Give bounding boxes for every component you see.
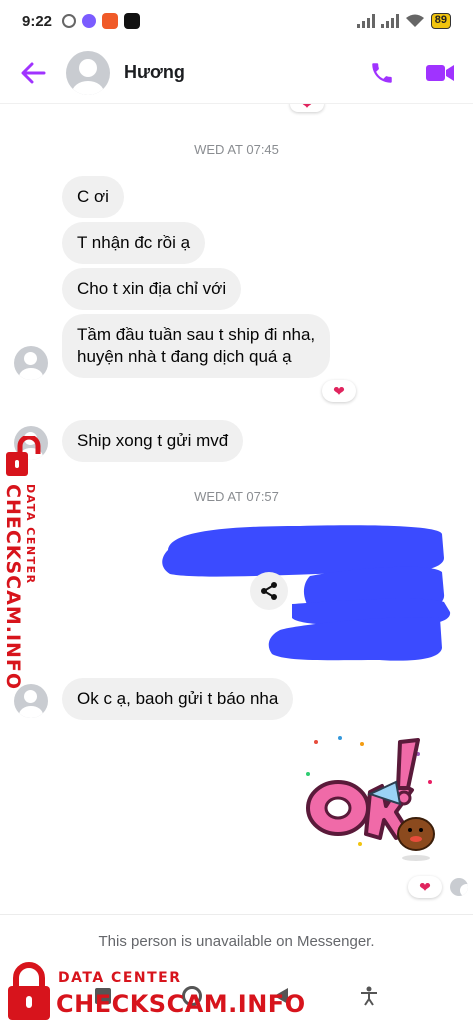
message-bubble[interactable]: Ok c ạ, baoh gửi t báo nha	[62, 678, 294, 720]
watermark-side: DATA CENTER CHECKSCAM.INFO	[0, 436, 56, 690]
tiktok-icon	[124, 13, 141, 29]
shopee-icon	[102, 13, 119, 29]
message-thread[interactable]: ❤ WED AT 07:45 C ơi T nhận đc rồi ạ Cho …	[0, 96, 473, 914]
alarm-icon	[62, 14, 77, 28]
share-icon	[261, 582, 277, 600]
message-bubble[interactable]: Ship xong t gửi mvđ	[62, 420, 244, 462]
watermark-line2: CHECKSCAM.INFO	[2, 484, 24, 691]
heart-icon: ❤	[333, 382, 345, 399]
ok-sticker[interactable]	[300, 734, 440, 866]
contact-avatar[interactable]	[66, 50, 110, 95]
accessibility-icon[interactable]	[360, 986, 378, 1006]
watermark-line1: DATA CENTER	[58, 970, 182, 986]
timestamp: WED AT 07:45	[194, 142, 279, 157]
watermark-line1: DATA CENTER	[24, 484, 37, 585]
watermark-line2: CHECKSCAM.INFO	[56, 990, 306, 1018]
message-text: Cho t xin địa chỉ với	[77, 279, 227, 298]
message-bubble[interactable]: Cho t xin địa chỉ với	[62, 268, 242, 310]
message-bubble[interactable]: T nhận đc rồi ạ	[62, 222, 206, 264]
message-text: T nhận đc rồi ạ	[77, 233, 191, 252]
lock-icon	[8, 962, 50, 1020]
message-text: Ok c ạ, baoh gửi t báo nha	[77, 689, 279, 708]
unavailable-text: This person is unavailable on Messenger.	[98, 933, 375, 950]
sender-avatar	[14, 346, 48, 380]
signal-icon	[380, 14, 399, 28]
share-button[interactable]	[250, 572, 288, 610]
messenger-icon	[82, 14, 97, 28]
heart-reaction[interactable]: ❤	[322, 380, 356, 402]
message-text: C ơi	[77, 187, 109, 206]
chat-header: Hương	[0, 42, 473, 104]
watermark-bottom: DATA CENTER CHECKSCAM.INFO	[0, 962, 305, 1024]
status-time: 9:22	[22, 12, 53, 30]
redacted-image	[162, 525, 451, 661]
timestamp: WED AT 07:57	[194, 489, 279, 504]
heart-reaction[interactable]: ❤	[408, 876, 442, 898]
status-bar: 9:22 89	[0, 0, 473, 42]
voice-call-button[interactable]	[369, 60, 395, 86]
message-bubble[interactable]: Tầm đầu tuần sau t ship đi nha, huyện nh…	[62, 314, 331, 378]
lock-icon	[6, 436, 41, 476]
heart-icon: ❤	[419, 878, 431, 895]
message-text: Ship xong t gửi mvđ	[77, 431, 229, 450]
seen-avatar	[450, 878, 468, 896]
message-text: huyện nhà t đang dịch quá ạ	[77, 347, 292, 366]
contact-name[interactable]: Hương	[124, 62, 185, 83]
back-button[interactable]	[18, 58, 48, 88]
message-text: Tầm đầu tuần sau t ship đi nha,	[77, 325, 316, 344]
back-arrow-icon	[21, 62, 46, 83]
battery-indicator: 89	[430, 13, 451, 29]
wifi-icon	[405, 14, 424, 27]
signal-icon	[356, 14, 375, 28]
unavailable-notice: This person is unavailable on Messenger.	[0, 914, 473, 968]
sticker-art	[306, 736, 435, 861]
message-bubble[interactable]: C ơi	[62, 176, 124, 218]
video-call-button[interactable]	[425, 62, 455, 84]
